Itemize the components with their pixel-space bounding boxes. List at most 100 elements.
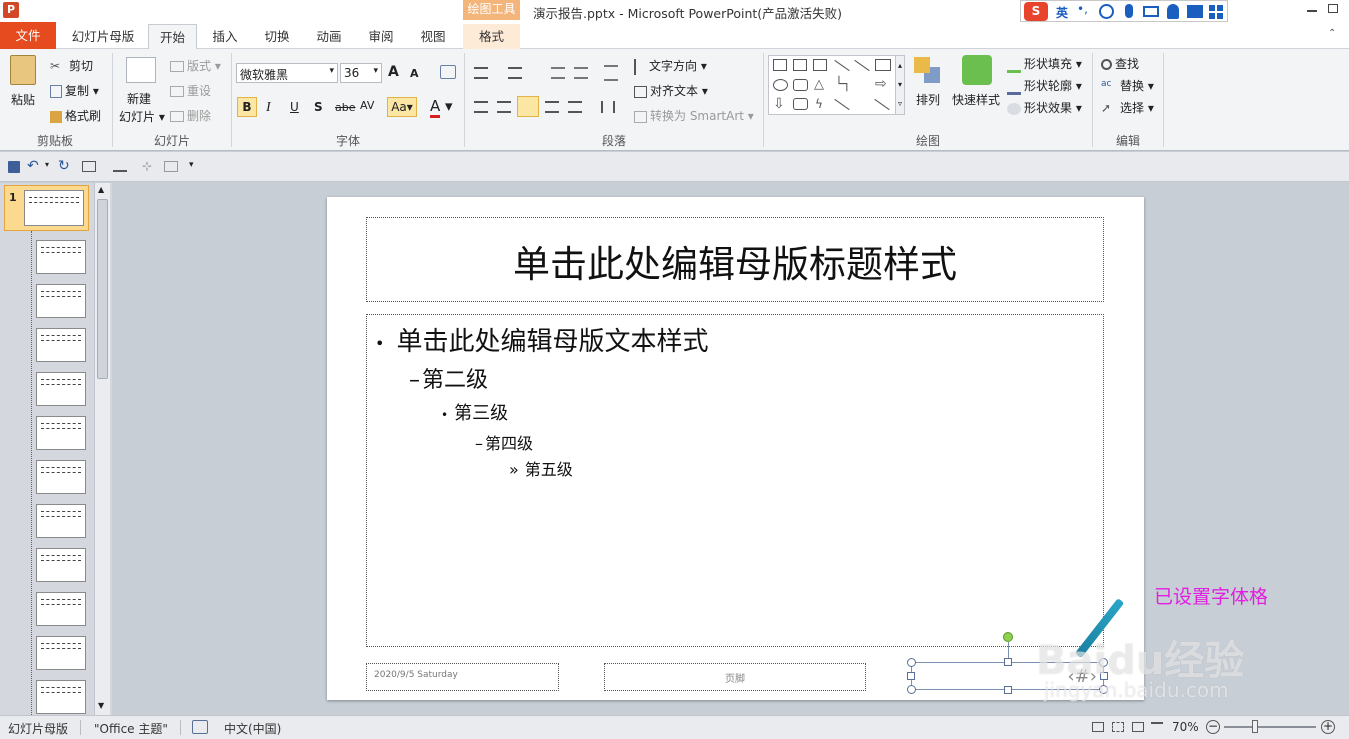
right-arrow-shape-icon[interactable]: ⇨ (875, 77, 887, 91)
footer-placeholder[interactable]: 页脚 (604, 663, 866, 691)
down-arrow-shape-icon[interactable]: ⇩ (773, 97, 785, 111)
font-size-select[interactable]: 36 ▾ (340, 63, 382, 83)
vertical-textbox-shape-icon[interactable] (813, 59, 827, 71)
strikethrough-button[interactable]: abe (335, 101, 356, 114)
distribute-icon[interactable] (568, 101, 582, 113)
tab-slide-master[interactable]: 幻灯片母版 (62, 24, 144, 49)
format-painter-button[interactable]: 格式刷 (50, 107, 101, 124)
undo-icon[interactable]: ↶ (27, 158, 39, 174)
text-direction-button[interactable]: 文字方向 ▾ (634, 57, 707, 75)
zoom-slider-thumb[interactable] (1252, 720, 1258, 733)
powerpoint-logo-icon[interactable]: P (3, 2, 19, 18)
tab-transitions[interactable]: 切换 (253, 24, 301, 49)
line-shape-icon[interactable] (834, 59, 850, 72)
scroll-up-icon[interactable]: ▲ (98, 185, 104, 194)
resize-handle[interactable] (907, 658, 916, 667)
paste-icon[interactable] (10, 55, 36, 85)
delete-slide-button[interactable]: 删除 (170, 107, 211, 124)
grow-font-button[interactable]: A (388, 64, 399, 80)
shape-outline-button[interactable]: 形状轮廓 ▾ (1007, 77, 1082, 95)
thumbnail-layout[interactable] (36, 240, 86, 274)
bullets-icon[interactable] (474, 67, 488, 79)
distribute-objects-icon[interactable]: ⊹ (142, 159, 152, 173)
align-center-icon[interactable] (497, 101, 511, 113)
skin-icon[interactable] (1187, 5, 1203, 18)
align-right-button[interactable] (517, 96, 539, 117)
triangle-shape-icon[interactable]: △ (814, 78, 824, 91)
new-slide-icon[interactable] (126, 57, 156, 83)
cut-button[interactable]: ✂ 剪切 (50, 57, 93, 75)
emoji-icon[interactable] (1099, 4, 1114, 19)
minimize-icon[interactable] (1307, 10, 1317, 12)
thumbnail-layout[interactable] (36, 548, 86, 582)
zoom-slider[interactable] (1224, 726, 1316, 728)
tab-review[interactable]: 审阅 (357, 24, 405, 49)
font-color-button[interactable]: A ▾ (430, 97, 453, 118)
thumbnail-master[interactable] (24, 190, 84, 226)
zoom-level[interactable]: 70% (1172, 720, 1199, 734)
slideshow-icon[interactable] (82, 161, 96, 172)
reset-button[interactable]: 重设 (170, 82, 211, 99)
slideshow-view-icon[interactable] (1151, 722, 1163, 732)
shrink-font-button[interactable]: A (410, 67, 419, 80)
thumbnail-layout[interactable] (36, 416, 86, 450)
tab-view[interactable]: 视图 (409, 24, 457, 49)
underline-button[interactable]: U (290, 100, 299, 114)
hexagon-shape-icon[interactable] (773, 59, 787, 71)
scroll-thumb[interactable] (97, 199, 108, 379)
shape-fill-button[interactable]: 形状填充 ▾ (1007, 55, 1082, 73)
italic-button[interactable]: I (266, 100, 271, 116)
thumbnail-scrollbar[interactable]: ▲ ▼ (94, 183, 110, 715)
thumbnail-layout[interactable] (36, 328, 86, 362)
resize-handle[interactable] (1004, 658, 1012, 666)
keyboard-icon[interactable] (1143, 6, 1159, 17)
callout-shape-icon[interactable] (793, 98, 808, 110)
thumbnail-layout[interactable] (36, 504, 86, 538)
save-icon[interactable] (8, 161, 20, 173)
thumbnail-layout[interactable] (36, 636, 86, 670)
normal-view-icon[interactable] (1092, 722, 1104, 732)
increase-indent-icon[interactable] (574, 67, 588, 79)
shadow-button[interactable]: S (314, 100, 323, 114)
rectangle-shape-icon[interactable] (875, 59, 891, 71)
group-objects-icon[interactable] (164, 161, 178, 172)
toolbox-icon[interactable] (1209, 5, 1223, 19)
elbow-connector-icon[interactable]: └┐ (835, 78, 851, 91)
arrow-shape-icon[interactable] (854, 59, 870, 72)
slide-canvas[interactable]: 单击此处编辑母版标题样式 • 单击此处编辑母版文本样式 –第二级 • 第三级 – 第四… (327, 197, 1144, 700)
zoom-out-icon[interactable]: − (1206, 720, 1220, 734)
bold-button[interactable]: B (237, 97, 257, 117)
help-icon[interactable]: ⌃ (1328, 28, 1340, 40)
select-button[interactable]: ➚ 选择 ▾ (1101, 99, 1154, 117)
restore-icon[interactable] (1328, 4, 1338, 13)
change-case-button[interactable]: Aa▾ (387, 97, 417, 117)
align-left-icon[interactable] (474, 101, 488, 113)
scroll-down-icon[interactable]: ▼ (98, 701, 104, 710)
body-placeholder[interactable]: • 单击此处编辑母版文本样式 –第二级 • 第三级 – 第四级 » 第五级 (366, 314, 1104, 647)
replace-button[interactable]: ac 替换 ▾ (1101, 77, 1154, 95)
paste-button[interactable]: 粘贴 (11, 91, 35, 108)
char-spacing-button[interactable]: AV (360, 99, 374, 112)
tab-home[interactable]: 开始 (148, 24, 197, 49)
diagonal-line-shape-icon[interactable] (834, 98, 850, 111)
clear-format-icon[interactable] (440, 65, 456, 79)
arrange-button[interactable]: 排列 (916, 91, 940, 108)
date-placeholder[interactable]: 2020/9/5 Saturday (366, 663, 559, 691)
microphone-icon[interactable] (1125, 4, 1133, 18)
tab-file[interactable]: 文件 (0, 22, 56, 49)
font-name-select[interactable]: 微软雅黑 ▾ (236, 63, 338, 83)
customize-qat-icon[interactable]: ▾ (189, 160, 194, 170)
undo-dropdown-icon[interactable]: ▾ (45, 160, 49, 169)
resize-handle[interactable] (907, 672, 915, 680)
new-slide-dropdown[interactable]: 幻灯片 ▾ (119, 108, 165, 125)
find-button[interactable]: 查找 (1101, 55, 1139, 72)
copy-button[interactable]: 复制 ▾ (50, 82, 99, 99)
align-text-button[interactable]: 对齐文本 ▾ (634, 82, 708, 99)
line-spacing-icon[interactable] (604, 65, 618, 81)
resize-handle[interactable] (1004, 686, 1012, 694)
tab-animations[interactable]: 动画 (305, 24, 353, 49)
quick-styles-icon[interactable] (962, 55, 992, 85)
diagonal-arrow-shape-icon[interactable] (874, 98, 890, 111)
thumbnail-layout[interactable] (36, 460, 86, 494)
new-slide-button[interactable]: 新建 (127, 90, 151, 107)
